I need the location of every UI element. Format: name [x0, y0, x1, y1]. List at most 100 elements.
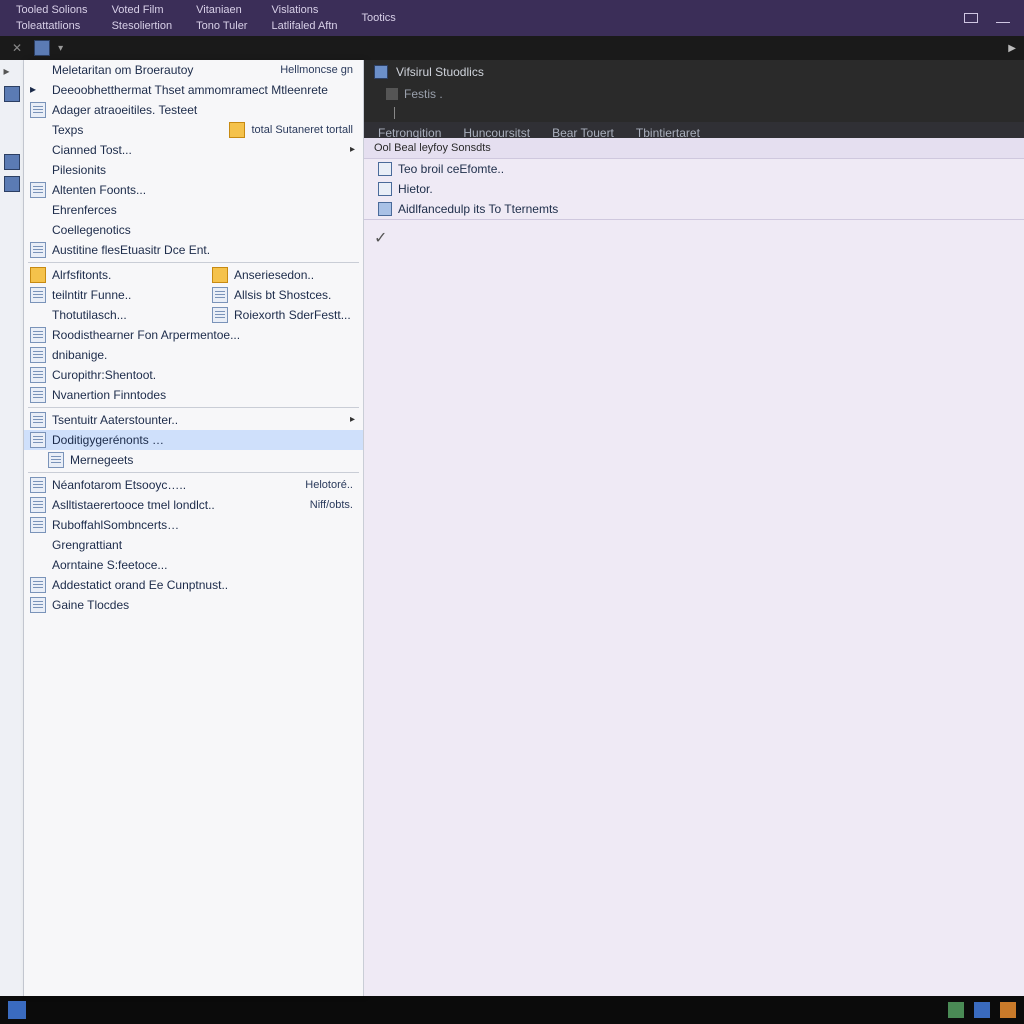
- file-icon: [30, 517, 46, 533]
- minimize-icon[interactable]: [996, 22, 1010, 23]
- menu-item[interactable]: Grengrattiant: [24, 535, 363, 555]
- play-icon: ▸: [30, 82, 46, 98]
- menu-item[interactable]: Austitine flesEtuasitr Dce Ent.: [24, 240, 363, 260]
- none-icon: [30, 307, 46, 323]
- menu-item[interactable]: Coellegenotics: [24, 220, 363, 240]
- restore-icon[interactable]: [964, 13, 978, 23]
- none-icon: [30, 162, 46, 178]
- result-row[interactable]: Teo broil ceEfomte..: [364, 159, 1024, 179]
- file-icon: [378, 202, 392, 216]
- menu-item[interactable]: Tsentuitr Aaterstounter..▸: [24, 410, 363, 430]
- menu-label-bottom: Stesoliertion: [112, 18, 173, 34]
- menu-item[interactable]: Nvanertion Finntodes: [24, 385, 363, 405]
- menu-item[interactable]: Alrfsfitonts.Anseriesedon..: [24, 265, 363, 285]
- activity-icon-3[interactable]: [4, 176, 20, 192]
- menu-item-label: Nvanertion Finntodes: [52, 388, 363, 402]
- context-menu: Meletaritan om BroerautoyHellmoncse gn ▸ D…: [24, 60, 364, 996]
- activity-bar: ▸: [0, 60, 24, 996]
- folder-icon: [229, 122, 245, 138]
- menu-item[interactable]: Pilesionits: [24, 160, 363, 180]
- editor-pane: Vifsirul Stuodlics Festis . Fetronqition…: [364, 60, 1024, 996]
- menu-item[interactable]: Adager atraoeitiles. Testeet: [24, 100, 363, 120]
- chevron-right-icon: ▸: [342, 414, 363, 425]
- menu-label-bottom: Toleattatlions: [16, 18, 88, 34]
- menu-item[interactable]: Gaine Tlocdes: [24, 595, 363, 615]
- menu-item[interactable]: VislationsLatlifaled Aftn: [259, 0, 349, 36]
- folder-icon: [30, 267, 46, 283]
- menu-item-label: Adager atraoeitiles. Testeet: [52, 103, 363, 117]
- none-icon: [30, 537, 46, 553]
- menu-item[interactable]: Aorntaine S:feetoce...: [24, 555, 363, 575]
- document-subtitle: Festis .: [404, 87, 443, 101]
- activity-icon-1[interactable]: [4, 86, 20, 102]
- file-icon: [30, 242, 46, 258]
- page-icon: [378, 162, 392, 176]
- menu-item[interactable]: Roodisthearner Fon Arpermentoe...: [24, 325, 363, 345]
- menu-item[interactable]: Thotutilasch...Roiexorth SderFestt...: [24, 305, 363, 325]
- menu-item-label: Grengrattiant: [52, 538, 363, 552]
- result-row[interactable]: Aidlfancedulp its To Tternemts: [364, 199, 1024, 219]
- file-icon: [30, 102, 46, 118]
- menu-item-label: Altenten Foonts...: [52, 183, 363, 197]
- file-icon: [30, 477, 46, 493]
- menu-item[interactable]: teilntitr Funne..Allsis bt Shostces.: [24, 285, 363, 305]
- page-icon: [378, 182, 392, 196]
- menu-item-label: Addestatict orand Ee Cunptnust..: [52, 578, 363, 592]
- menu-item[interactable]: RuboffahlSombncerts…: [24, 515, 363, 535]
- menu-item-label: Roiexorth SderFestt...: [234, 308, 363, 322]
- dropdown-icon[interactable]: ▾: [58, 43, 63, 54]
- menu-item[interactable]: Doditigygerénonts …: [24, 430, 363, 450]
- taskbar-app-icon[interactable]: [8, 1001, 26, 1019]
- menu-item-label: Néanfotarom Etsooyc…..: [52, 478, 305, 492]
- menu-item-label: Pilesionits: [52, 163, 363, 177]
- nav-back-icon[interactable]: ▸: [4, 64, 20, 80]
- menu-item[interactable]: VitaniaenTono Tuler: [184, 0, 259, 36]
- file-icon: [212, 287, 228, 303]
- menu-item-label: Aorntaine S:feetoce...: [52, 558, 363, 572]
- activity-icon-2[interactable]: [4, 154, 20, 170]
- menu-label-top: Vislations: [271, 2, 337, 18]
- vs-icon: [374, 65, 388, 79]
- close-tab-icon[interactable]: ✕: [8, 41, 26, 55]
- check-icon: ✓: [364, 220, 1024, 256]
- menu-item[interactable]: Cianned Tost...▸: [24, 140, 363, 160]
- menu-item-label: Doditigygerénonts …: [52, 433, 363, 447]
- menu-item-shortcut: total Sutaneret tortall: [251, 124, 363, 136]
- cursor-icon: [394, 107, 395, 119]
- menu-item[interactable]: Meletaritan om BroerautoyHellmoncse gn: [24, 60, 363, 80]
- menu-item[interactable]: ▸ Deeoobhetthermat Thset ammomramect Mtle…: [24, 80, 363, 100]
- play-icon[interactable]: ▶: [1008, 43, 1016, 54]
- menu-item[interactable]: dnibanige.: [24, 345, 363, 365]
- menu-item-label: teilntitr Funne..: [52, 288, 212, 302]
- tray-icon-2[interactable]: [974, 1002, 990, 1018]
- menu-item-label: Deeoobhetthermat Thset ammomramect Mtlee…: [52, 83, 363, 97]
- file-icon: [30, 347, 46, 363]
- menu-item[interactable]: Aslltistaerertooce tmel londlct..Niff/ob…: [24, 495, 363, 515]
- menu-item-label: Gaine Tlocdes: [52, 598, 363, 612]
- none-icon: [30, 222, 46, 238]
- menu-item[interactable]: Voted FilmStesoliertion: [100, 0, 185, 36]
- result-row[interactable]: Hietor.: [364, 179, 1024, 199]
- menu-item[interactable]: Altenten Foonts...: [24, 180, 363, 200]
- menu-item-shortcut: Hellmoncse gn: [280, 64, 363, 76]
- file-icon: [386, 88, 398, 100]
- menu-item-label: Coellegenotics: [52, 223, 363, 237]
- menu-item-label: Tsentuitr Aaterstounter..: [52, 413, 342, 427]
- menu-item[interactable]: Mernegeets: [24, 450, 363, 470]
- menu-item[interactable]: Néanfotarom Etsooyc…..Helotoré..: [24, 475, 363, 495]
- menu-item[interactable]: Curopithr:Shentoot.: [24, 365, 363, 385]
- tray-icon-1[interactable]: [948, 1002, 964, 1018]
- file-icon: [48, 452, 64, 468]
- menu-item[interactable]: Tooled SolionsToleattatlions: [4, 0, 100, 36]
- menu-label-top: Tooled Solions: [16, 2, 88, 18]
- menu-item[interactable]: Tootics: [350, 0, 408, 36]
- document-icon[interactable]: [34, 40, 50, 56]
- menu-item[interactable]: Addestatict orand Ee Cunptnust..: [24, 575, 363, 595]
- menu-item[interactable]: Ehrenferces: [24, 200, 363, 220]
- file-icon: [30, 182, 46, 198]
- menu-item[interactable]: Texpstotal Sutaneret tortall: [24, 120, 363, 140]
- editor-body: Ool Beal leyfoy Sonsdts Teo broil ceEfom…: [364, 138, 1024, 996]
- tray-icon-3[interactable]: [1000, 1002, 1016, 1018]
- menu-label-bottom: Tono Tuler: [196, 18, 247, 34]
- file-icon: [30, 412, 46, 428]
